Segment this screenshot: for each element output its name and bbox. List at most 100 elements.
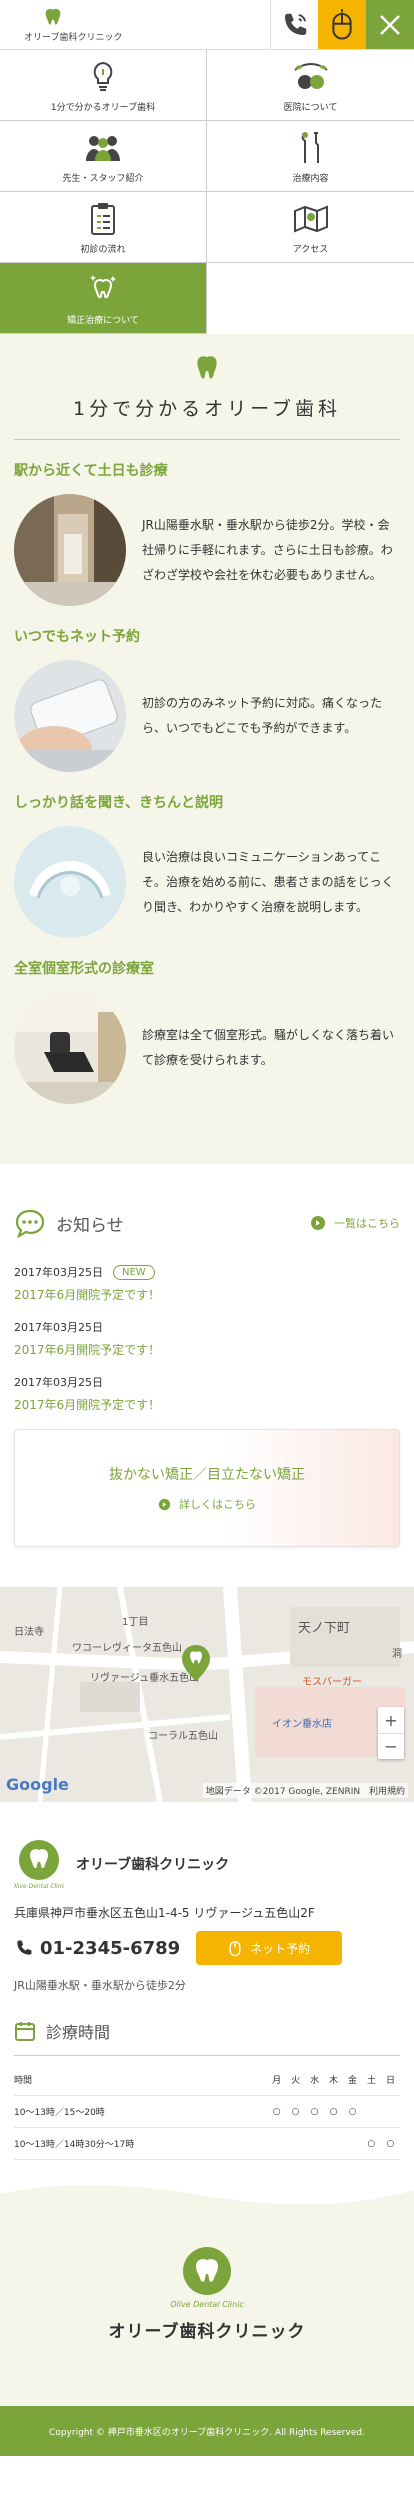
news-title[interactable]: 2017年6月開院予定です！ — [14, 1396, 400, 1413]
zoom-in-button[interactable]: + — [378, 1707, 404, 1733]
menu-item-one-minute[interactable]: 1分で分かるオリーブ歯科 — [0, 50, 207, 121]
td: ○ — [286, 2095, 306, 2128]
footer-logo-icon — [183, 2247, 231, 2295]
hours-table: 時間 月 火 水 木 金 土 日 10～13時／15～20時 ○ ○ ○ ○ ○ — [14, 2064, 400, 2160]
feature-text: 初診の方のみネット予約に対応。痛くなったら、いつでもどこでも予約ができます。 — [142, 696, 383, 735]
news-date: 2017年03月25日 — [14, 1266, 103, 1279]
map-label: 天ノ下町 — [298, 1621, 351, 1636]
menu-item-staff[interactable]: 先生・スタッフ紹介 — [0, 121, 207, 192]
menu-item-treatment[interactable]: 治療内容 — [207, 121, 414, 192]
tooth-logo-icon — [45, 8, 61, 25]
map-terms-link[interactable]: 利用規約 — [369, 1787, 405, 1797]
tel-link[interactable]: 01-2345-6789 — [14, 1938, 180, 1959]
map-label: 1丁目 — [122, 1617, 149, 1628]
web-reserve-button[interactable] — [318, 0, 366, 49]
mouse-icon — [229, 1941, 241, 1957]
td — [324, 2127, 344, 2160]
footer-name: オリーブ歯科クリニック — [108, 2322, 306, 2342]
clinic-name: オリーブ歯科クリニック — [76, 1857, 230, 1873]
footer-wave — [0, 2180, 414, 2205]
copyright: Copyright © 神戸市垂水区のオリーブ歯科クリニック. All Righ… — [0, 2406, 414, 2456]
tooth-emblem — [14, 348, 400, 384]
td — [305, 2127, 325, 2160]
hours-header-row: 時間 月 火 水 木 金 土 日 — [14, 2064, 400, 2096]
lightbulb-icon — [93, 61, 113, 91]
news-date: 2017年03月25日 — [14, 1321, 103, 1334]
logo-text: オリーブ歯科クリニック — [24, 32, 123, 43]
hours-header: 診療時間 — [14, 2019, 400, 2056]
menu-item-about-clinic[interactable]: 医院について — [207, 50, 414, 121]
menu-label: アクセス — [292, 244, 329, 255]
phone-icon — [284, 13, 306, 35]
access-text: JR山陽垂水駅・垂水駅から徒歩2分 — [14, 1979, 186, 1992]
news-item[interactable]: 2017年03月25日 2017年6月開院予定です！ — [14, 1319, 400, 1358]
td: ○ — [380, 2127, 400, 2160]
orthodontics-banner[interactable]: 抜かない矯正／目立たない矯正 詳しくはこちら — [14, 1429, 400, 1547]
site-header: オリーブ歯科クリニック — [0, 0, 414, 50]
td — [343, 2127, 362, 2160]
table-row: 10～13時／15～20時 ○ ○ ○ ○ ○ — [14, 2095, 400, 2128]
map-label: コーラル五色山 — [148, 1731, 218, 1742]
olive-icon — [293, 62, 328, 89]
phone-icon — [17, 1940, 32, 1955]
map-label: イオン垂水店 — [272, 1719, 332, 1730]
map-zoom-control: + − — [378, 1707, 404, 1759]
menu-close-button[interactable] — [366, 0, 414, 49]
feature-text: 診療室は全て個室形式。騒がしくなく落ち着いて診療を受けられます。 — [142, 1028, 395, 1067]
th: 木 — [324, 2064, 344, 2096]
map-label: ワコーレヴィータ五色山 — [72, 1643, 182, 1654]
intro-section: 1分で分かるオリーブ歯科 駅から近くて土日も診療 JR山陽垂水駅・垂水駅から徒歩… — [0, 334, 414, 1164]
news-title[interactable]: 2017年6月開院予定です！ — [14, 1341, 400, 1358]
feature-station: JR山陽垂水駅・垂水駅から徒歩2分。学校・会社帰りに手軽にれます。さらに土日も診… — [14, 494, 400, 606]
td — [267, 2127, 287, 2160]
tooth-icon — [197, 356, 217, 379]
site-footer: Olive Dental Clinic オリーブ歯科クリニック — [0, 2180, 414, 2406]
map-label: 日法寺 — [14, 1627, 44, 1638]
footer-sub: Olive Dental Clinic — [170, 2300, 244, 2309]
feature-net: 初診の方のみネット予約に対応。痛くなったら、いつでもどこでも予約ができます。 — [14, 660, 400, 772]
td: 10～13時／15～20時 — [14, 2095, 268, 2128]
th: 日 — [380, 2064, 400, 2096]
new-badge: NEW — [113, 1264, 155, 1280]
clinic-map-pin-icon[interactable] — [180, 1643, 212, 1683]
menu-label: 初診の流れ — [80, 244, 126, 255]
map-roads — [0, 1587, 414, 1802]
menu-item-orthodontics[interactable]: 矯正治療について — [0, 263, 207, 334]
news-item[interactable]: 2017年03月25日 2017年6月開院予定です！ — [14, 1374, 400, 1413]
svg-text:Olive Dental Clinic: Olive Dental Clinic — [14, 1883, 64, 1890]
close-icon — [380, 14, 400, 35]
td: ○ — [324, 2095, 344, 2128]
photo-phone-hand — [14, 660, 126, 772]
tooth-logo-icon: Olive Dental Clinic — [14, 1840, 64, 1890]
mouse-icon — [332, 8, 352, 40]
feature-private-room: 診療室は全て個室形式。騒がしくなく落ち着いて診療を受けられます。 — [14, 992, 400, 1104]
phone-button[interactable] — [270, 0, 318, 49]
zoom-out-button[interactable]: − — [378, 1733, 404, 1759]
arrow-circle-icon — [311, 1216, 325, 1230]
feature-title-station: 駅から近くて土日も診療 — [14, 463, 168, 479]
clinic-info: Olive Dental Clinic オリーブ歯科クリニック 兵庫県神戸市垂水… — [0, 1802, 414, 2180]
feature-title-private-room: 全室個室形式の診療室 — [14, 961, 154, 977]
photo-treatment-room — [14, 992, 126, 1104]
news-more-label: 一覧はこちら — [334, 1217, 400, 1230]
menu-item-access[interactable]: アクセス — [207, 192, 414, 263]
clipboard-icon — [91, 202, 115, 235]
feature-text: JR山陽垂水駅・垂水駅から徒歩2分。学校・会社帰りに手軽にれます。さらに土日も診… — [142, 517, 393, 582]
news-title[interactable]: 2017年6月開院予定です！ — [14, 1286, 400, 1303]
google-map[interactable]: 日法寺 ワコーレヴィータ五色山 1丁目 リヴァージュ垂水五色山 天ノ下町 モスバ… — [0, 1587, 414, 1802]
menu-item-first-visit[interactable]: 初診の流れ — [0, 192, 207, 263]
news-item[interactable]: 2017年03月25日 NEW 2017年6月開院予定です！ — [14, 1264, 400, 1303]
map-attribution: 地図データ ©2017 Google, ZENRIN — [205, 1787, 361, 1797]
menu-label: 医院について — [283, 102, 338, 113]
banner-title: 抜かない矯正／目立たない矯正 — [109, 1467, 305, 1483]
net-reserve-label: ネット予約 — [250, 1941, 311, 1956]
feature-talk: 良い治療は良いコミュニケーションあってこそ。治療を始める前に、患者さまの話をじっ… — [14, 826, 400, 938]
net-reserve-button[interactable]: ネット予約 — [196, 1931, 343, 1965]
td: ○ — [267, 2095, 287, 2128]
news-more-link[interactable]: 一覧はこちら — [310, 1215, 400, 1231]
site-logo[interactable]: オリーブ歯科クリニック — [0, 0, 270, 49]
th: 月 — [267, 2064, 287, 2096]
photo-corridor — [14, 494, 126, 606]
hours-heading: 診療時間 — [46, 2023, 111, 2042]
banner-link[interactable]: 詳しくはこちら — [158, 1496, 256, 1512]
